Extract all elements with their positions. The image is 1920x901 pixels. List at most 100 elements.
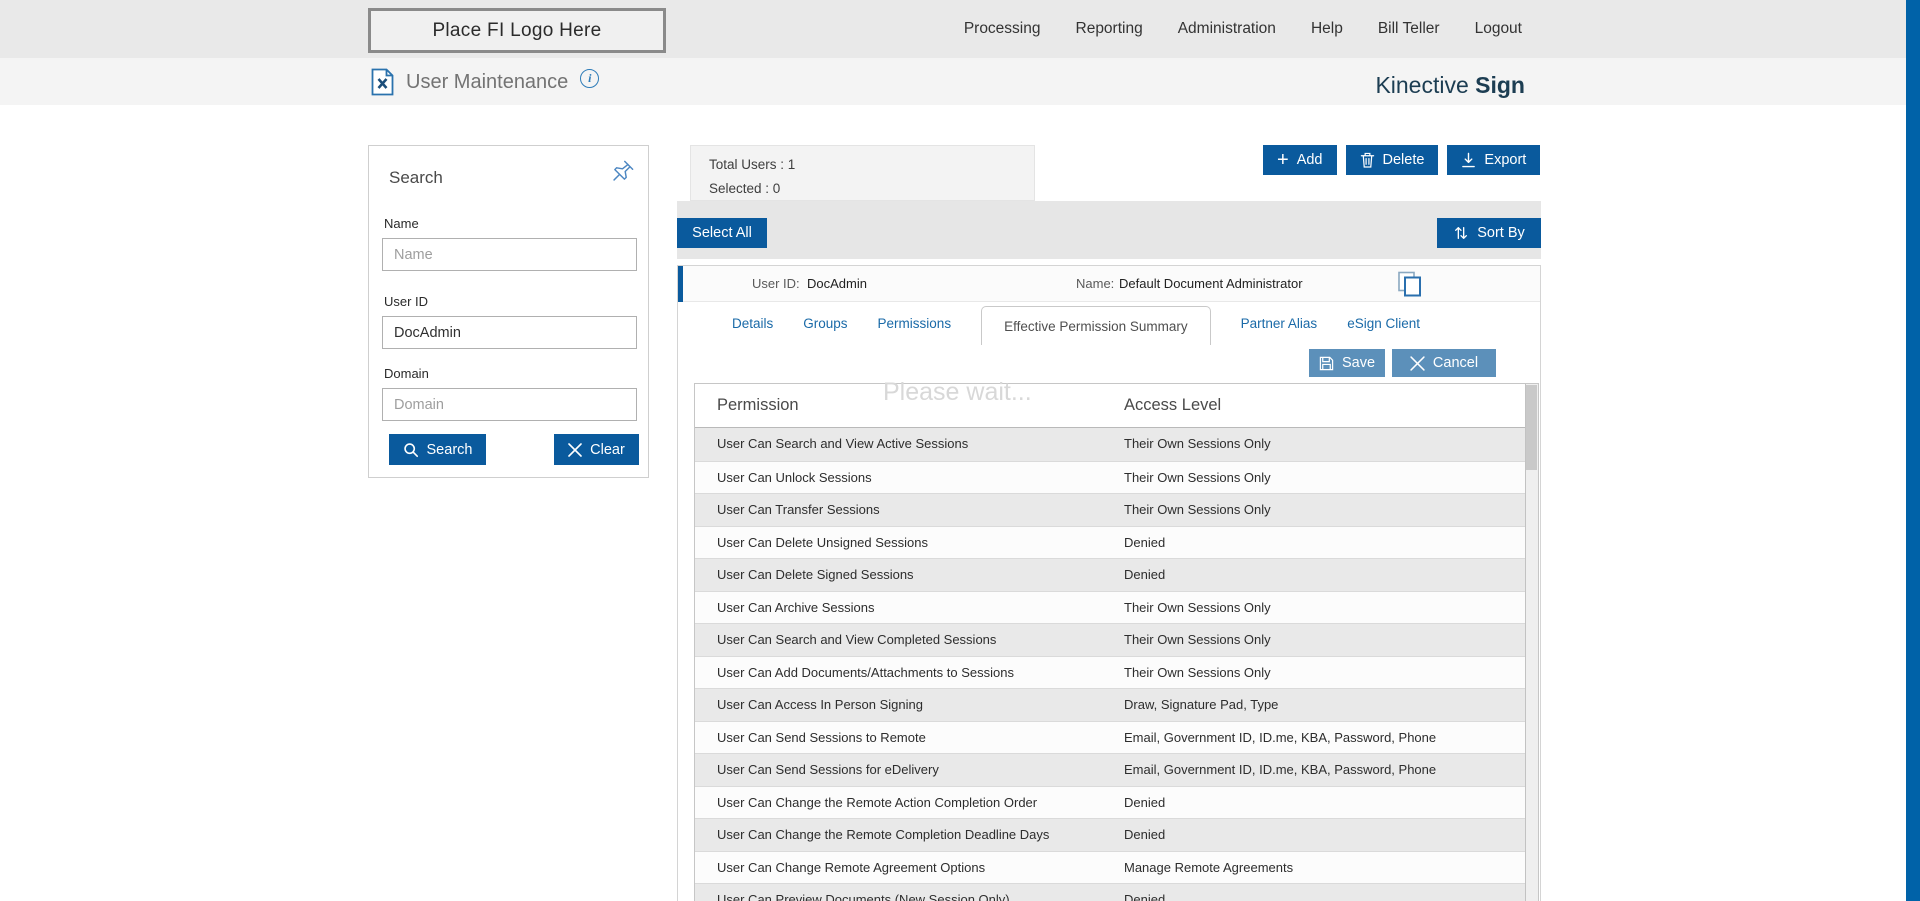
access-level-cell: Draw, Signature Pad, Type — [1124, 697, 1279, 712]
access-level-cell: Their Own Sessions Only — [1124, 632, 1271, 647]
right-edge-bar — [1906, 0, 1920, 901]
permissions-rows: User Can Search and View Active Sessions… — [695, 428, 1538, 901]
name-label: Name — [384, 216, 419, 231]
table-row: User Can Delete Unsigned Sessions Denied — [695, 525, 1538, 558]
nav-item-reporting[interactable]: Reporting — [1076, 20, 1143, 38]
brand-logo: Kinective Sign — [1375, 72, 1525, 98]
permission-cell: User Can Change the Remote Action Comple… — [717, 794, 1038, 810]
table-row: User Can Unlock Sessions Their Own Sessio… — [695, 460, 1538, 493]
table-row: User Can Access In Person Signing Draw, S… — [695, 688, 1538, 721]
tab-esign-client[interactable]: eSign Client — [1347, 302, 1420, 345]
clear-icon — [568, 442, 582, 457]
tab-permissions[interactable]: Permissions — [878, 302, 952, 345]
document-x-icon — [371, 68, 394, 96]
selected-user-row[interactable]: User ID: DocAdmin Name: Default Document… — [678, 266, 1540, 302]
permission-cell: User Can Send Sessions to Remote — [717, 729, 926, 745]
search-panel: Search Name User ID Domain Search Clear — [368, 145, 649, 478]
access-level-cell: Denied — [1124, 567, 1166, 582]
delete-button[interactable]: Delete — [1345, 145, 1439, 175]
tab-effective-permission-summary[interactable]: Effective Permission Summary — [981, 306, 1211, 345]
access-level-cell: Their Own Sessions Only — [1124, 502, 1271, 517]
table-row: User Can Delete Signed Sessions Denied — [695, 558, 1538, 591]
save-button[interactable]: Save — [1309, 349, 1385, 377]
access-level-cell: Their Own Sessions Only — [1124, 469, 1271, 485]
access-level-cell: Denied — [1124, 794, 1166, 810]
table-row: User Can Change the Remote Completion De… — [695, 818, 1538, 851]
nav-item-logout[interactable]: Logout — [1475, 20, 1522, 38]
access-level-cell: Denied — [1124, 827, 1166, 842]
name-input[interactable] — [382, 238, 637, 271]
total-users-text: Total Users : 1 — [709, 157, 796, 172]
page-title: User Maintenance — [406, 70, 569, 93]
nav-item-bill-teller[interactable]: Bill Teller — [1378, 20, 1440, 38]
plus-icon: + — [1277, 149, 1289, 171]
domain-label: Domain — [384, 366, 429, 381]
table-scrollbar[interactable] — [1525, 384, 1538, 901]
tab-groups[interactable]: Groups — [803, 302, 847, 345]
permission-cell: User Can Send Sessions for eDelivery — [717, 762, 939, 777]
copy-icon[interactable] — [1396, 270, 1424, 298]
access-level-cell: Their Own Sessions Only — [1124, 599, 1271, 615]
permission-cell: User Can Delete Signed Sessions — [717, 567, 914, 582]
search-button[interactable]: Search — [389, 434, 486, 465]
access-level-cell: Email, Government ID, ID.me, KBA, Passwo… — [1124, 729, 1437, 745]
user-id-label: User ID — [384, 294, 429, 309]
cancel-icon — [1410, 355, 1425, 371]
user-maintenance-screen: Place FI Logo Here Processing Reporting Ad… — [0, 0, 1920, 901]
permissions-table: Permission Access Level User Can Search … — [694, 383, 1539, 901]
permission-cell: User Can Delete Unsigned Sessions — [717, 534, 928, 550]
add-button[interactable]: + Add — [1263, 145, 1337, 175]
access-level-cell: Denied — [1124, 892, 1166, 901]
sort-by-button[interactable]: Sort By — [1437, 218, 1541, 248]
permission-cell: User Can Search and View Completed Sessi… — [717, 632, 997, 647]
domain-input[interactable] — [382, 388, 637, 421]
table-row: User Can Change Remote Agreement Options… — [695, 850, 1538, 883]
list-toolbar: Select All Sort By — [677, 201, 1541, 259]
permission-cell: User Can Unlock Sessions — [717, 469, 872, 485]
action-buttons: + Add Delete Export — [1263, 145, 1541, 175]
permission-cell: User Can Preview Documents (New Session … — [717, 892, 1010, 901]
table-row: User Can Send Sessions to Remote Email, G… — [695, 720, 1538, 753]
table-row: User Can Search and View Completed Sessi… — [695, 623, 1538, 656]
totals-box: Total Users : 1 Selected : 0 — [690, 145, 1035, 201]
export-button[interactable]: Export — [1447, 145, 1541, 175]
access-level-cell: Their Own Sessions Only — [1124, 664, 1271, 680]
user-id-input[interactable] — [382, 316, 637, 349]
clear-button[interactable]: Clear — [554, 434, 639, 465]
column-header-permission: Permission — [717, 396, 799, 414]
cancel-button[interactable]: Cancel — [1392, 349, 1496, 377]
user-detail-card: User ID: DocAdmin Name: Default Document… — [677, 265, 1541, 901]
name-value: Default Document Administrator — [1119, 276, 1303, 291]
search-icon — [403, 442, 418, 457]
selected-text: Selected : 0 — [709, 181, 781, 196]
select-all-button[interactable]: Select All — [677, 218, 767, 248]
tab-partner-alias[interactable]: Partner Alias — [1241, 302, 1318, 345]
tab-details[interactable]: Details — [732, 302, 773, 345]
table-scrollbar-thumb[interactable] — [1526, 385, 1537, 470]
sort-icon — [1455, 227, 1468, 239]
user-id-value: DocAdmin — [807, 276, 867, 291]
permission-cell: User Can Access In Person Signing — [717, 697, 923, 712]
top-bar: Place FI Logo Here Processing Reporting Ad… — [0, 0, 1920, 58]
save-icon — [1319, 356, 1334, 370]
table-row: User Can Preview Documents (New Session … — [695, 883, 1538, 901]
top-nav: Processing Reporting Administration Help Bil… — [964, 0, 1522, 58]
save-cancel-row: Save Cancel — [678, 345, 1540, 383]
pin-icon[interactable] — [609, 158, 636, 185]
table-row: User Can Archive Sessions Their Own Sessi… — [695, 590, 1538, 623]
table-row: User Can Add Documents/Attachments to Se… — [695, 655, 1538, 688]
sub-header: User Maintenance i Kinective Sign — [0, 58, 1920, 105]
nav-item-processing[interactable]: Processing — [964, 20, 1041, 38]
access-level-cell: Manage Remote Agreements — [1124, 859, 1294, 875]
table-row: User Can Change the Remote Action Comple… — [695, 785, 1538, 818]
user-id-row-label: User ID: — [752, 276, 800, 291]
permission-cell: User Can Add Documents/Attachments to Se… — [717, 664, 1014, 680]
nav-item-help[interactable]: Help — [1311, 20, 1343, 38]
info-icon[interactable]: i — [580, 68, 600, 88]
permission-cell: User Can Change the Remote Completion De… — [717, 827, 1050, 842]
search-panel-title: Search — [389, 168, 443, 187]
fi-logo-placeholder: Place FI Logo Here — [368, 8, 666, 53]
permission-cell: User Can Archive Sessions — [717, 599, 875, 615]
nav-item-administration[interactable]: Administration — [1178, 20, 1276, 38]
access-level-cell: Email, Government ID, ID.me, KBA, Passwo… — [1124, 762, 1437, 777]
